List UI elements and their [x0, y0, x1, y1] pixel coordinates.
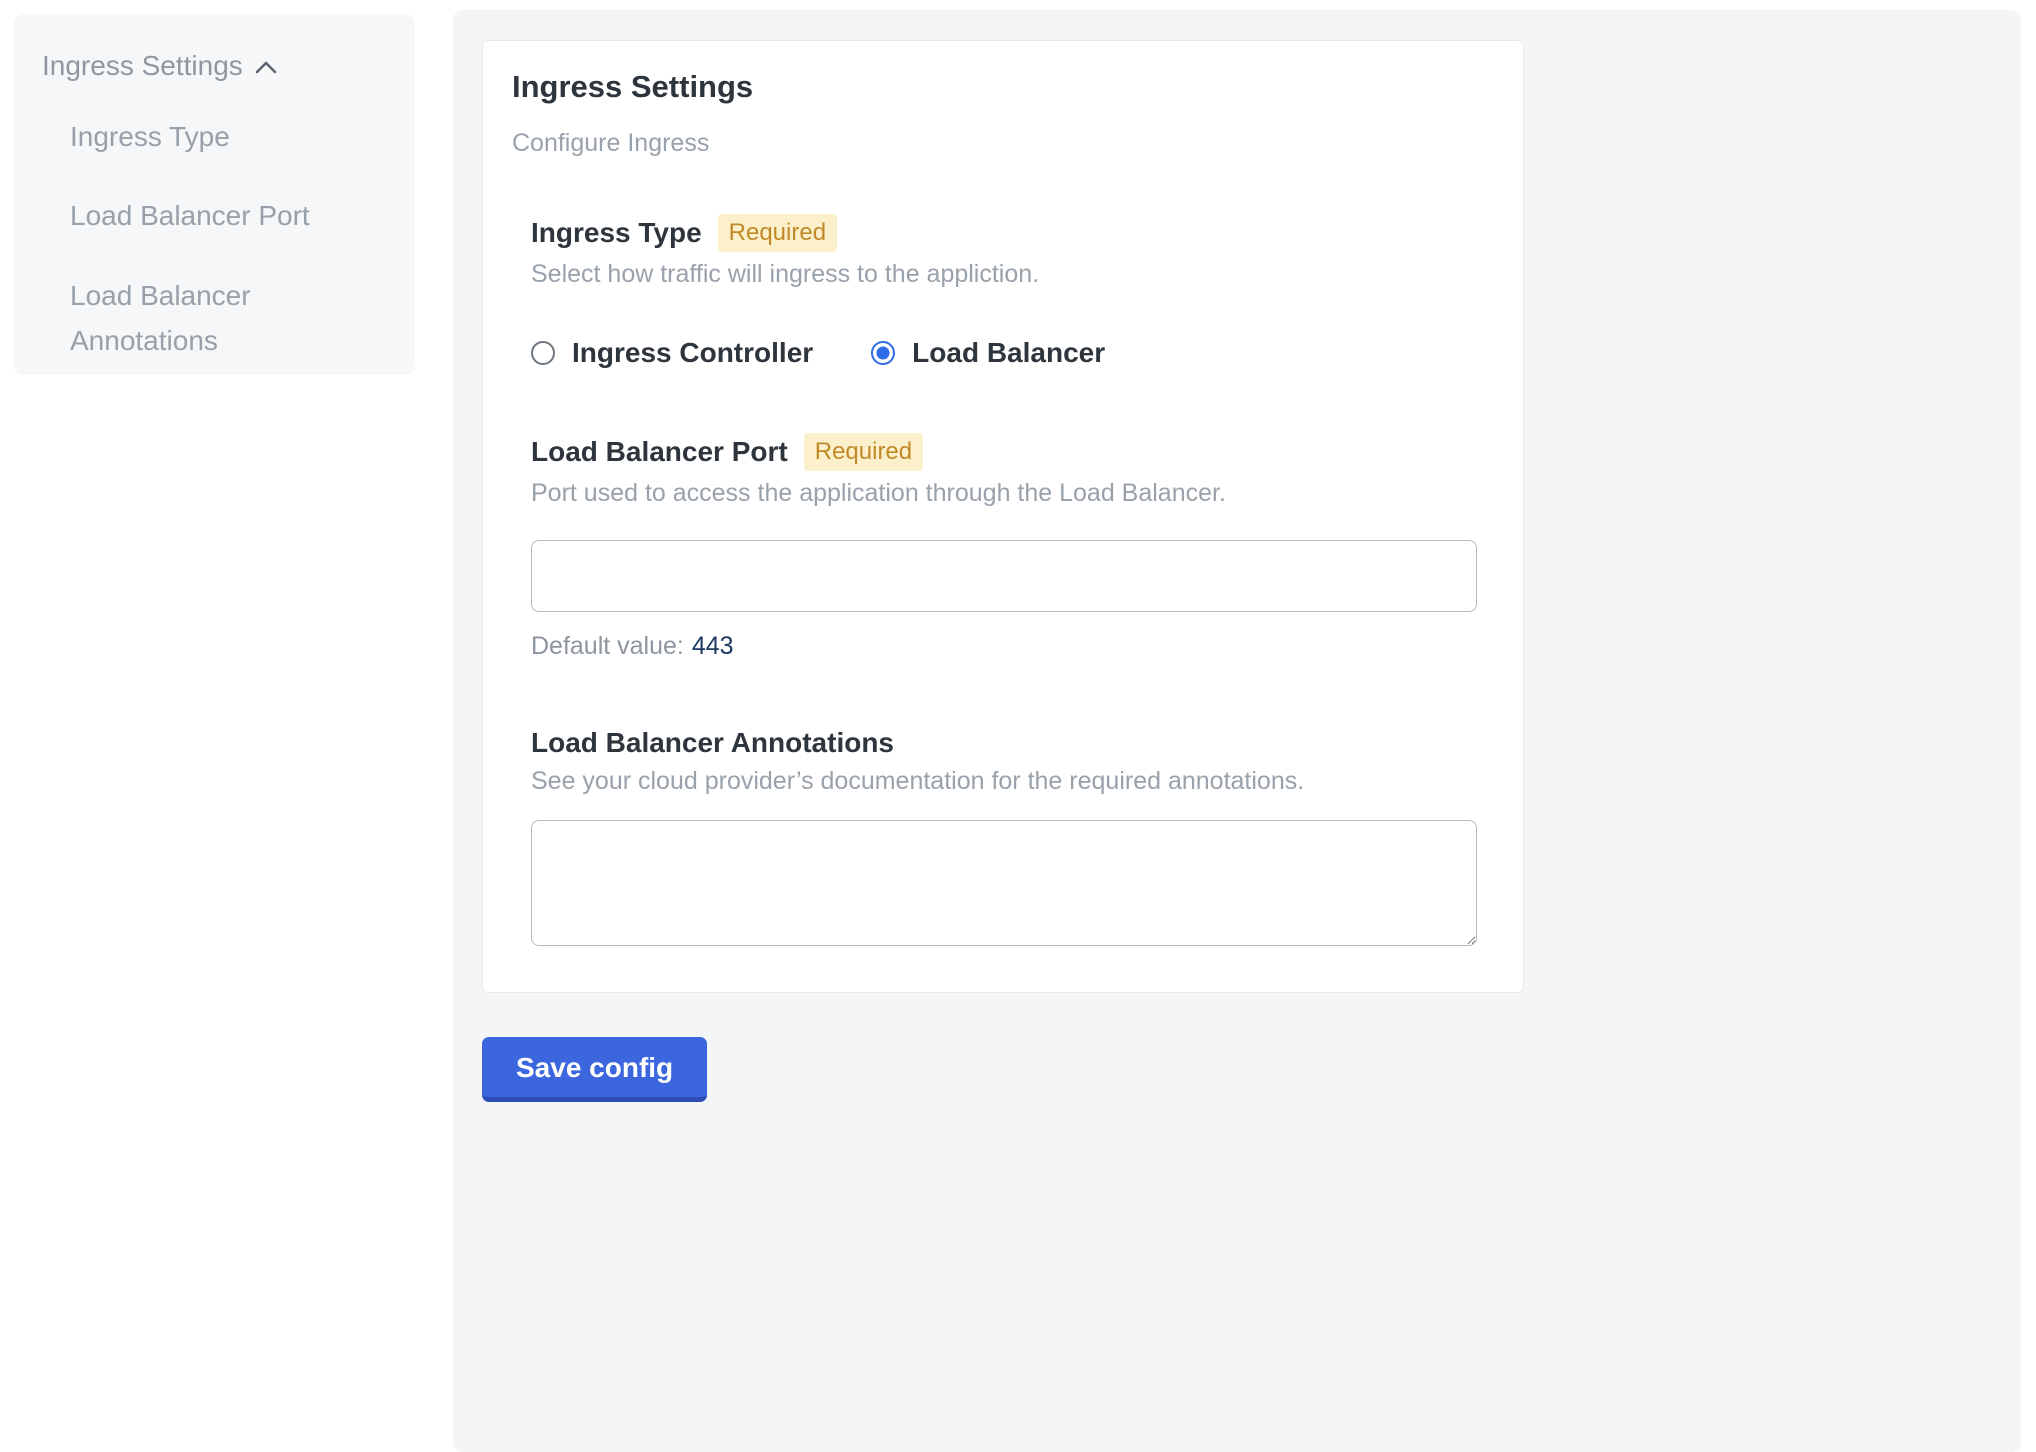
default-value-line: Default value: 443 [531, 632, 1493, 661]
field-label: Ingress Type [531, 217, 702, 249]
radio-icon-selected[interactable] [871, 341, 895, 365]
field-help-text: Port used to access the application thro… [531, 479, 1493, 508]
field-heading: Ingress Type Required [531, 214, 1493, 252]
radio-label: Ingress Controller [572, 337, 813, 369]
page-title: Ingress Settings [512, 69, 1493, 105]
radio-icon[interactable] [531, 341, 555, 365]
load-balancer-annotations-textarea[interactable] [531, 820, 1477, 946]
field-heading: Load Balancer Port Required [531, 433, 1493, 471]
chevron-up-icon [255, 60, 277, 74]
field-load-balancer-port: Load Balancer Port Required Port used to… [531, 433, 1493, 661]
sidebar-group-ingress-settings[interactable]: Ingress Settings [42, 50, 385, 82]
field-help-text: See your cloud provider’s documentation … [531, 767, 1493, 796]
radio-load-balancer[interactable]: Load Balancer [871, 337, 1105, 369]
radio-label: Load Balancer [912, 337, 1105, 369]
field-label: Load Balancer Annotations [531, 727, 894, 759]
config-panel: Ingress Settings Configure Ingress Ingre… [453, 10, 2021, 1452]
sidebar-item-load-balancer-port[interactable]: Load Balancer Port [70, 193, 370, 238]
field-load-balancer-annotations: Load Balancer Annotations See your cloud… [531, 727, 1493, 946]
field-heading: Load Balancer Annotations [531, 727, 1493, 759]
default-value: 443 [692, 632, 734, 660]
field-ingress-type: Ingress Type Required Select how traffic… [531, 214, 1493, 369]
sidebar-group-label: Ingress Settings [42, 50, 243, 82]
sidebar-item-list: Ingress Type Load Balancer Port Load Bal… [70, 114, 385, 363]
field-help-text: Select how traffic will ingress to the a… [531, 260, 1493, 289]
ingress-type-options: Ingress Controller Load Balancer [531, 337, 1493, 369]
sidebar-item-ingress-type[interactable]: Ingress Type [70, 114, 370, 159]
radio-ingress-controller[interactable]: Ingress Controller [531, 337, 813, 369]
required-badge: Required [718, 214, 837, 252]
page-subtitle: Configure Ingress [512, 129, 1493, 158]
required-badge: Required [804, 433, 923, 471]
field-label: Load Balancer Port [531, 436, 788, 468]
ingress-settings-card: Ingress Settings Configure Ingress Ingre… [482, 40, 1524, 993]
default-value-prefix: Default value: [531, 632, 684, 660]
save-config-button[interactable]: Save config [482, 1037, 707, 1102]
settings-sidebar: Ingress Settings Ingress Type Load Balan… [14, 14, 415, 375]
load-balancer-port-input[interactable] [531, 540, 1477, 612]
app-screen: Ingress Settings Ingress Type Load Balan… [0, 0, 2036, 1452]
sidebar-item-load-balancer-annotations[interactable]: Load Balancer Annotations [70, 273, 370, 364]
